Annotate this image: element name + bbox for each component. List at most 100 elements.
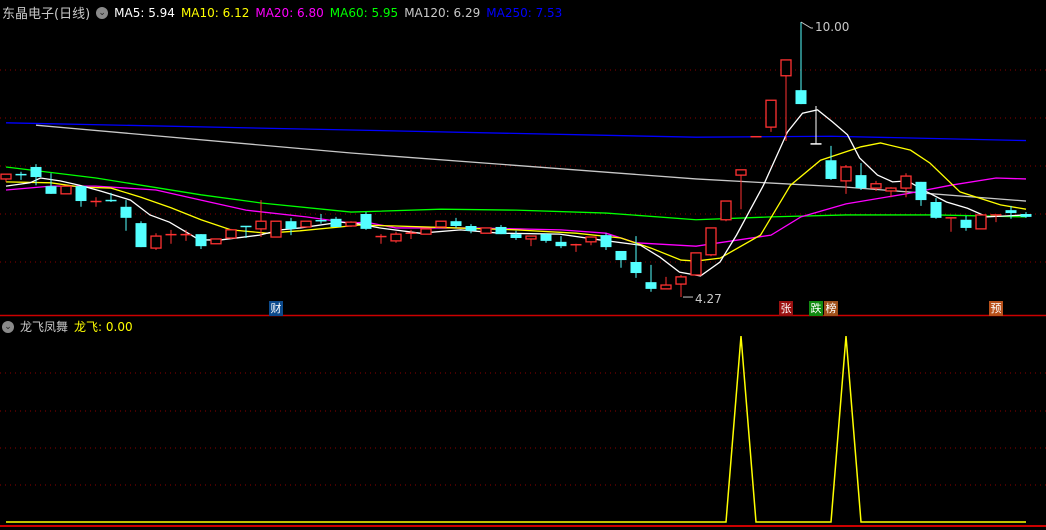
- candle: [660, 276, 672, 290]
- candle: [180, 229, 192, 241]
- chevron-down-icon[interactable]: ⌄: [96, 6, 109, 19]
- event-marker[interactable]: 榜: [824, 301, 838, 316]
- chevron-down-icon[interactable]: ⌄: [2, 320, 14, 333]
- candle: [465, 224, 477, 234]
- candle: [975, 214, 987, 230]
- candle-body: [735, 169, 747, 176]
- candle: [285, 217, 297, 236]
- candle-body: [510, 234, 522, 238]
- ma5-label: MA5: 5.94: [114, 5, 175, 20]
- ma20-label: MA20: 6.80: [255, 5, 324, 20]
- candle-body: [645, 282, 657, 289]
- candle: [120, 200, 132, 231]
- low-price-label: 4.27: [695, 292, 722, 306]
- candle: [720, 200, 732, 222]
- ma120-line: [35, 124, 1027, 202]
- candle: [960, 215, 972, 231]
- high-arrow-icon: [800, 21, 813, 29]
- candle: [795, 22, 807, 105]
- candle: [855, 163, 867, 190]
- event-marker[interactable]: 跌: [809, 301, 823, 316]
- longfei-indicator-line: [6, 335, 1026, 523]
- ma10-label: MA10: 6.12: [180, 5, 250, 20]
- candle: [375, 234, 387, 244]
- stock-title: 东晶电子(日线): [2, 7, 91, 22]
- kline-chart-window: 东晶电子(日线) ⌄ MA5: 5.94 MA10: 6.12 MA20: 6.…: [0, 0, 1046, 530]
- candle-body: [795, 90, 807, 105]
- chart-canvas[interactable]: [0, 0, 1046, 530]
- candle-body: [330, 218, 342, 227]
- candle: [390, 231, 402, 243]
- candle-body: [30, 166, 42, 178]
- candle-body: [690, 252, 702, 276]
- candle: [450, 217, 462, 228]
- candle: [165, 229, 177, 244]
- candle-body: [465, 226, 477, 231]
- candle-body: [975, 214, 987, 230]
- candle-body: [45, 186, 57, 194]
- candle: [600, 233, 612, 250]
- candle: [255, 200, 267, 238]
- candle: [510, 230, 522, 240]
- candle-body: [615, 250, 627, 261]
- ma5-line: [5, 109, 1027, 277]
- candle-body: [75, 186, 87, 202]
- candle-body: [360, 214, 372, 229]
- ma250-label: MA250: 7.53: [486, 5, 563, 20]
- candle: [60, 185, 72, 195]
- candle-body: [765, 99, 777, 128]
- candle-body: [705, 227, 717, 256]
- candle: [480, 227, 492, 234]
- candle-body: [675, 276, 687, 285]
- candle: [360, 212, 372, 230]
- candle-body: [1005, 210, 1017, 214]
- candle: [765, 99, 777, 132]
- candle: [330, 216, 342, 227]
- candle-body: [840, 166, 852, 182]
- event-marker[interactable]: 预: [989, 301, 1003, 316]
- candle: [15, 171, 27, 180]
- candle-body: [195, 234, 207, 247]
- candle: [930, 198, 942, 219]
- candle: [585, 236, 597, 246]
- candle: [645, 264, 657, 292]
- candle-body: [135, 223, 147, 248]
- candle-body: [345, 221, 357, 227]
- high-price-label: 10.00: [815, 20, 850, 34]
- candle-body: [585, 236, 597, 243]
- candle-body: [885, 187, 897, 192]
- candle-body: [540, 234, 552, 241]
- candle-body: [450, 221, 462, 226]
- candle: [420, 228, 432, 235]
- candle-body: [120, 206, 132, 218]
- candle-body: [390, 233, 402, 242]
- candle: [735, 169, 747, 210]
- candle-body: [285, 221, 297, 229]
- candle-body: [225, 229, 237, 239]
- candle-body: [855, 175, 867, 189]
- candle: [555, 236, 567, 249]
- candle: [225, 228, 237, 239]
- candle: [615, 250, 627, 268]
- candle: [270, 220, 282, 238]
- candle: [210, 238, 222, 245]
- candle-body: [435, 220, 447, 228]
- candle-body: [210, 238, 222, 245]
- event-marker[interactable]: 财: [269, 301, 283, 316]
- candle: [915, 181, 927, 206]
- candle: [525, 235, 537, 247]
- candle-body: [870, 183, 882, 189]
- candle: [135, 221, 147, 248]
- candle: [150, 233, 162, 250]
- candle-body: [480, 227, 492, 234]
- candle-body: [300, 220, 312, 228]
- ma250-line: [5, 122, 1027, 142]
- candle: [825, 145, 837, 180]
- candle-body: [255, 220, 267, 230]
- candle-body: [900, 175, 912, 189]
- event-marker[interactable]: 张: [779, 301, 793, 316]
- candle: [435, 220, 447, 228]
- candle-body: [780, 59, 792, 77]
- candle-body: [720, 200, 732, 221]
- candle-body: [150, 235, 162, 249]
